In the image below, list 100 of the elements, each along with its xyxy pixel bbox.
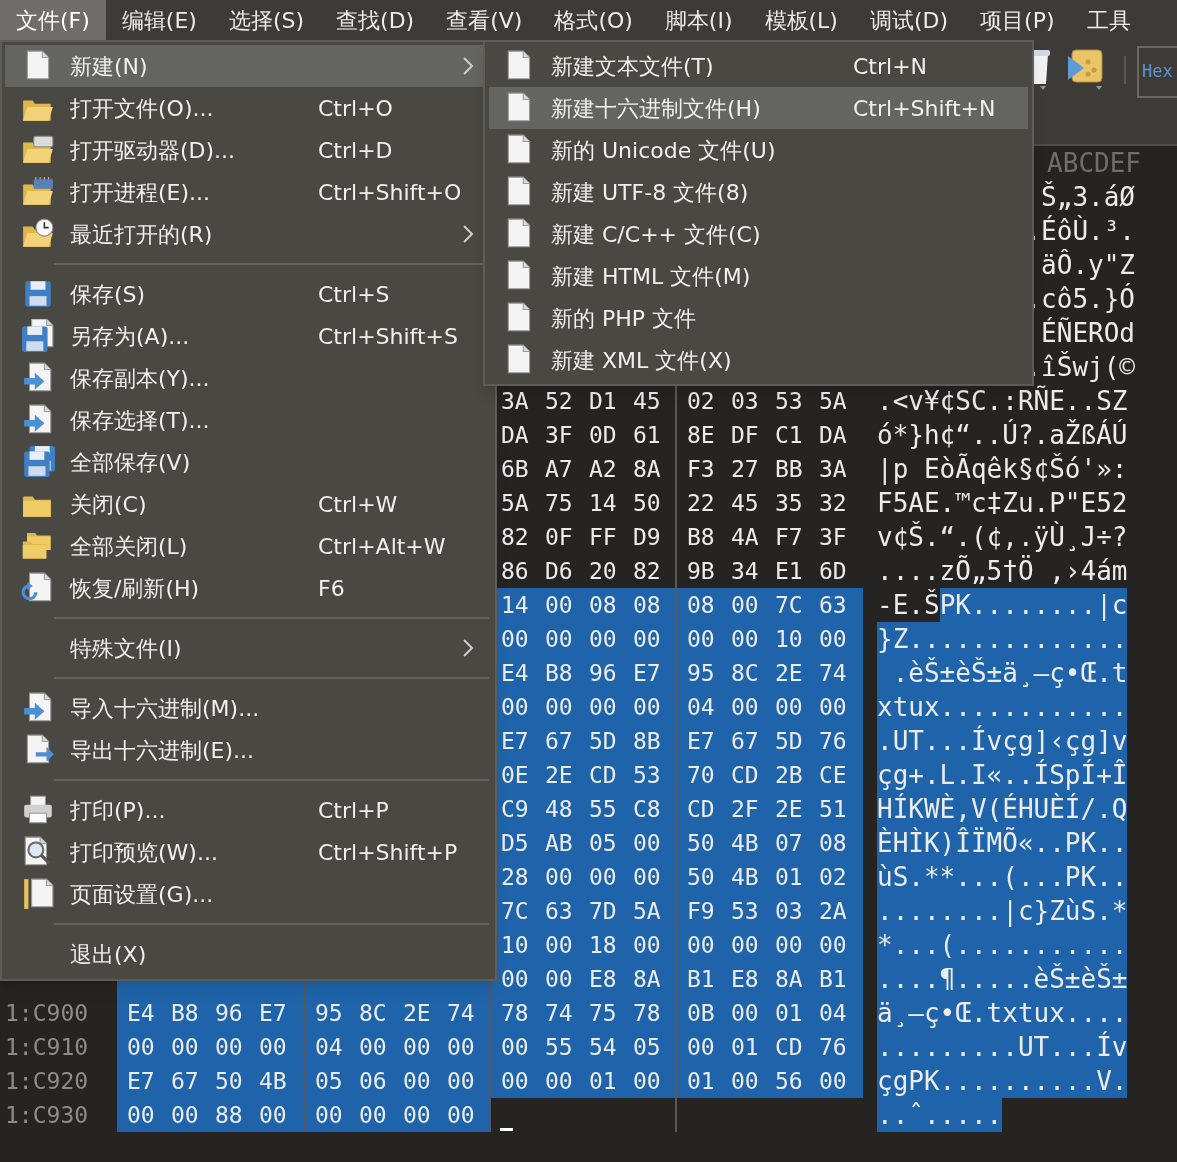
hex-byte: 5D [589,729,618,753]
hex-byte: E1 [775,559,804,583]
hex-byte: 00 [545,865,574,889]
menu-bar-item[interactable]: 查找(D) [320,0,431,40]
hex-byte: 50 [687,831,716,855]
menu-label: 退出(X) [70,940,148,969]
menu-item[interactable]: 打开文件(O)... Ctrl+O [5,87,492,129]
hex-byte: 05 [633,1035,662,1059]
hex-byte: 00 [633,831,662,855]
hex-byte: E7 [501,729,530,753]
hex-byte: 53 [633,763,662,787]
hex-byte: 03 [775,899,804,923]
hex-byte: 22 [687,491,716,515]
menu-item[interactable]: 打开驱动器(D)... Ctrl+D [5,129,492,171]
menu-label: 导出十六进制(E)... [70,736,256,765]
menu-label: 新的 Unicode 文件(U) [551,136,777,165]
hex-byte: 75 [589,1001,618,1025]
menu-item[interactable]: 另存为(A)... Ctrl+Shift+S [5,315,492,357]
hex-byte: 08 [633,593,662,617]
menu-item[interactable]: 新建 UTF-8 文件(8) [489,171,1028,213]
hex-byte: CD [731,763,760,787]
menu-item[interactable]: 导入十六进制(M)... [5,687,492,729]
chevron-right-icon [462,224,474,244]
menu-bar-item[interactable]: 项目(P) [964,0,1071,40]
hex-byte: C8 [633,797,662,821]
menu-label: 全部关闭(L) [70,532,189,561]
hex-byte: 7D [589,899,618,923]
hex-byte: 04 [819,1001,848,1025]
menu-label: 打开文件(O)... [70,94,215,123]
menu-item[interactable]: 导出十六进制(E)... [5,729,492,771]
menu-item[interactable]: 新的 Unicode 文件(U) [489,129,1028,171]
menu-label: 另存为(A)... [70,322,191,351]
hex-byte: 50 [215,1069,244,1093]
hex-byte: 27 [731,457,760,481]
menu-bar-item[interactable]: 选择(S) [212,0,321,40]
menu-bar-item[interactable]: 模板(L) [748,0,854,40]
ascii-text: çg+.L.I«..ÍSpÍ+Î [877,758,1128,792]
hex-byte: A2 [589,457,618,481]
shortcut-text: Ctrl+D [318,136,393,165]
hex-byte: 00 [633,1069,662,1093]
menu-bar-item[interactable]: 工具 [1070,0,1147,40]
menu-item[interactable]: 保存(S) Ctrl+S [5,273,492,315]
ascii-text: ä¸–ç•Œ.txtux.... [877,996,1128,1030]
hex-byte: 00 [447,1069,476,1093]
hex-byte: 00 [589,695,618,719]
hex-byte: E8 [589,967,618,991]
menu-item[interactable]: 新建文本文件(T) Ctrl+N [489,45,1028,87]
hex-byte: F9 [687,899,716,923]
menu-item[interactable]: 新建 C/C++ 文件(C) [489,213,1028,255]
menu-label: 打印(P)... [70,796,167,825]
menu-item[interactable]: 最近打开的(R) [5,213,492,255]
menu-item[interactable]: 新建 HTML 文件(M) [489,255,1028,297]
menu-label: 新建 HTML 文件(M) [551,262,752,291]
hex-byte: 63 [819,593,848,617]
menu-bar-item[interactable]: 调试(D) [853,0,965,40]
hex-byte: 00 [215,1035,244,1059]
hex-byte: 00 [359,1103,388,1127]
hex-byte: 8B [633,729,662,753]
menu-bar-item[interactable]: 查看(V) [430,0,539,40]
menu-bar-item[interactable]: 编辑(E) [105,0,213,40]
hex-byte: 00 [545,1069,574,1093]
menu-item[interactable]: 全部关闭(L) Ctrl+Alt+W [5,525,492,567]
hex-byte: 55 [589,797,618,821]
menu-item[interactable]: 新建十六进制文件(H) Ctrl+Shift+N [489,87,1028,129]
hex-byte: 3F [819,525,848,549]
hex-byte: 0D [589,423,618,447]
hex-byte: 52 [545,389,574,413]
ascii-text: -E.Š [877,588,940,622]
menu-item[interactable]: 打开进程(E)... Ctrl+Shift+O [5,171,492,213]
menu-label: 关闭(C) [70,490,148,519]
shortcut-text: F6 [318,574,345,603]
hex-byte: B1 [687,967,716,991]
menu-bar-item[interactable]: 文件(F) [0,0,106,40]
hex-byte: 8C [731,661,760,685]
hex-byte: 56 [775,1069,804,1093]
menu-item[interactable]: 新的 PHP 文件 [489,297,1028,339]
hex-byte: 07 [775,831,804,855]
menu-item[interactable]: 新建 XML 文件(X) [489,339,1028,381]
menu-item[interactable]: 退出(X) [5,933,492,975]
menu-item[interactable]: 关闭(C) Ctrl+W [5,483,492,525]
menu-item[interactable]: 全部保存(V) [5,441,492,483]
menu-item[interactable]: 保存副本(Y)... [5,357,492,399]
menu-item[interactable]: 特殊文件(I) [5,627,492,669]
menu-item[interactable]: 打印(P)... Ctrl+P [5,789,492,831]
menu-bar-item[interactable]: 格式(O) [538,0,649,40]
menu-label: 打开进程(E)... [70,178,212,207]
hex-byte: 05 [589,831,618,855]
menu-item[interactable]: 恢复/刷新(H) F6 [5,567,492,609]
menu-item[interactable]: 打印预览(W)... Ctrl+Shift+P [5,831,492,873]
hex-byte: 4B [731,865,760,889]
menu-label: 最近打开的(R) [70,220,214,249]
menu-bar-item[interactable]: 脚本(I) [648,0,749,40]
hex-byte: 6B [501,457,530,481]
menu-item[interactable]: 页面设置(G)... [5,873,492,915]
hex-byte: 00 [545,593,574,617]
hex-byte: 00 [501,967,530,991]
menu-item[interactable]: 保存选择(T)... [5,399,492,441]
ascii-text: PK........|c [939,588,1128,622]
ascii-text: ÈHÌK)ÎÏMÕ«..PK.. [877,826,1128,860]
ascii-text: HÍKWÈ,V(ÉHUÈÍ/.Q [877,792,1128,826]
